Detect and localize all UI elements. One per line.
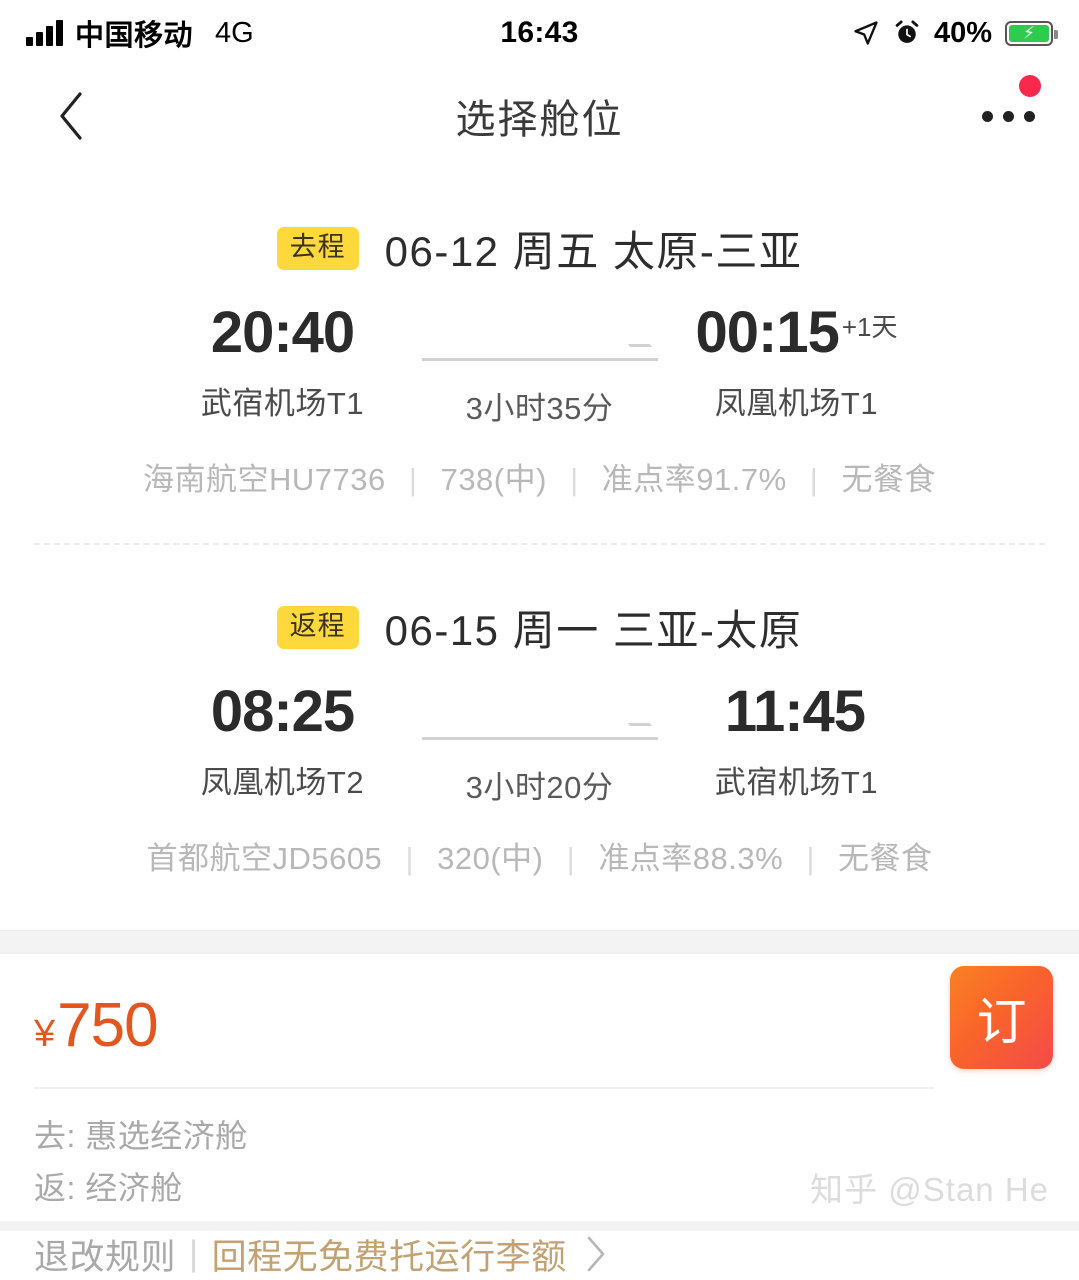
airline-and-number: 首都航空JD5605 bbox=[146, 841, 383, 876]
flight-duration-block: 3小时20分 bbox=[415, 682, 666, 807]
flight-list: 去程 06-12 周五 太原-三亚 20:40 武宿机场T1 3小时35分 00… bbox=[0, 218, 1079, 878]
departure-info: 08:25 凤凰机场T2 bbox=[150, 679, 415, 802]
flight-duration-block: 3小时35分 bbox=[415, 303, 666, 428]
departure-time: 20:40 bbox=[210, 300, 355, 365]
departure-time: 08:25 bbox=[210, 679, 355, 744]
segment-route-title: 06-12 周五 太原-三亚 bbox=[384, 228, 803, 275]
cabin-outbound: 去: 惠选经济舱 bbox=[34, 1118, 248, 1154]
baggage-hint[interactable]: 回程无免费托运行李额 bbox=[212, 1229, 567, 1280]
flight-meta-row: 海南航空HU7736 | 738(中) | 准点率91.7% | 无餐食 bbox=[0, 454, 1079, 499]
departure-info: 20:40 武宿机场T1 bbox=[150, 300, 415, 423]
flight-duration: 3小时20分 bbox=[465, 770, 614, 805]
status-bar: 中国移动 4G 16:43 40% ⚡ bbox=[0, 0, 1079, 66]
flight-segment-return[interactable]: 返程 06-15 周一 三亚-太原 08:25 凤凰机场T2 3小时20分 11… bbox=[0, 597, 1079, 878]
departure-airport: 武宿机场T1 bbox=[200, 385, 365, 421]
navigation-bar: 选择舱位 bbox=[0, 66, 1079, 166]
segment-header: 去程 06-12 周五 太原-三亚 bbox=[0, 218, 1079, 279]
notification-badge bbox=[1019, 74, 1041, 97]
more-horizontal-icon bbox=[1024, 110, 1035, 122]
segment-body: 20:40 武宿机场T1 3小时35分 00:15 +1天 凤凰机场T1 bbox=[0, 300, 1079, 428]
meta-separator: | bbox=[809, 462, 819, 497]
arrival-time: 11:45 bbox=[724, 679, 866, 744]
more-horizontal-icon bbox=[982, 110, 993, 122]
aircraft-type: 320(中) bbox=[437, 841, 544, 876]
meta-separator: | bbox=[566, 841, 576, 876]
currency-symbol: ¥ bbox=[34, 1013, 56, 1055]
trip-direction-badge: 返程 bbox=[276, 606, 359, 649]
arrival-day-offset: +1天 bbox=[841, 312, 898, 342]
arrival-airport: 武宿机场T1 bbox=[714, 764, 879, 800]
segment-route-title: 06-15 周一 三亚-太原 bbox=[384, 607, 803, 654]
page-title: 选择舱位 bbox=[455, 98, 624, 142]
departure-airport: 凤凰机场T2 bbox=[200, 764, 365, 800]
flight-meta-row: 首都航空JD5605 | 320(中) | 准点率88.3% | 无餐食 bbox=[0, 833, 1079, 878]
arrival-time: 00:15 bbox=[695, 300, 840, 365]
flight-arrow-icon bbox=[421, 720, 666, 746]
airline-and-number: 海南航空HU7736 bbox=[143, 462, 386, 497]
price-amount: 750 bbox=[57, 991, 158, 1060]
order-button[interactable]: 订 bbox=[950, 966, 1053, 1069]
arrival-info: 11:45 武宿机场T1 bbox=[664, 679, 929, 802]
meta-separator: | bbox=[405, 841, 414, 876]
status-bar-clock: 16:43 bbox=[500, 16, 579, 49]
chevron-right-icon[interactable] bbox=[583, 1234, 609, 1274]
segment-divider bbox=[34, 543, 1045, 545]
flight-arrow-icon bbox=[421, 341, 666, 367]
refund-change-rules-link[interactable]: 退改规则 bbox=[34, 1229, 176, 1280]
meal-info: 无餐食 bbox=[838, 841, 933, 876]
flight-segment-outbound[interactable]: 去程 06-12 周五 太原-三亚 20:40 武宿机场T1 3小时35分 00… bbox=[0, 218, 1079, 499]
bottom-strip bbox=[0, 1221, 1079, 1231]
meta-separator: | bbox=[570, 462, 579, 497]
punctuality-rate: 准点率88.3% bbox=[598, 841, 784, 876]
watermark: 知乎 @Stan He bbox=[810, 1171, 1049, 1208]
rules-separator: | bbox=[189, 1234, 199, 1274]
flight-duration: 3小时35分 bbox=[465, 391, 614, 426]
arrival-airport: 凤凰机场T1 bbox=[714, 385, 879, 421]
total-price: ¥ 750 bbox=[34, 990, 1045, 1061]
punctuality-rate: 准点率91.7% bbox=[601, 462, 787, 497]
more-horizontal-icon bbox=[1003, 110, 1014, 122]
segment-header: 返程 06-15 周一 三亚-太原 bbox=[0, 597, 1079, 658]
rules-row[interactable]: 退改规则 | 回程无免费托运行李额 bbox=[34, 1229, 1045, 1280]
meta-separator: | bbox=[408, 462, 418, 497]
aircraft-type: 738(中) bbox=[440, 462, 547, 497]
trip-direction-badge: 去程 bbox=[276, 227, 359, 270]
meal-info: 无餐食 bbox=[841, 462, 936, 497]
section-separator bbox=[0, 930, 1079, 954]
meta-separator: | bbox=[806, 841, 815, 876]
price-divider bbox=[34, 1087, 934, 1089]
segment-body: 08:25 凤凰机场T2 3小时20分 11:45 武宿机场T1 bbox=[0, 679, 1079, 807]
arrival-info: 00:15 +1天 凤凰机场T1 bbox=[664, 300, 929, 423]
more-options-button[interactable] bbox=[972, 74, 1041, 132]
battery-charging-icon: ⚡ bbox=[1005, 20, 1058, 46]
